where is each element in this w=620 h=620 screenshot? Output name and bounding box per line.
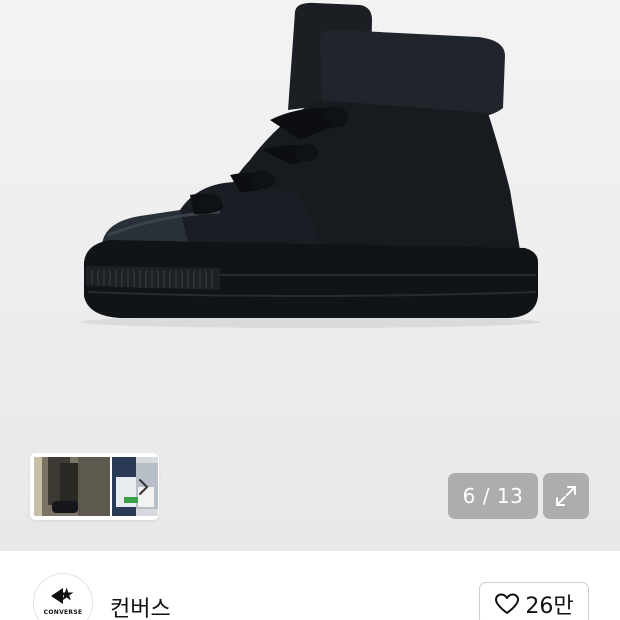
expand-button[interactable] — [543, 473, 589, 519]
thumbnail-1[interactable] — [34, 457, 110, 516]
brand-logo[interactable]: CONVERSE — [33, 573, 93, 620]
product-image-gallery[interactable]: 6 / 13 — [0, 0, 620, 551]
like-count: 26만 — [525, 594, 574, 619]
like-button[interactable]: 26만 — [479, 582, 589, 620]
chevron-right-icon[interactable] — [136, 474, 152, 500]
heart-icon — [495, 593, 520, 614]
thumbnail-1-image — [34, 457, 110, 516]
brand-logo-text: CONVERSE — [43, 609, 83, 616]
brand-row: CONVERSE 컨버스 26만 — [0, 551, 620, 620]
brand-name[interactable]: 컨버스 — [110, 591, 171, 620]
image-page-counter: 6 / 13 — [448, 473, 538, 519]
expand-icon — [556, 486, 576, 506]
